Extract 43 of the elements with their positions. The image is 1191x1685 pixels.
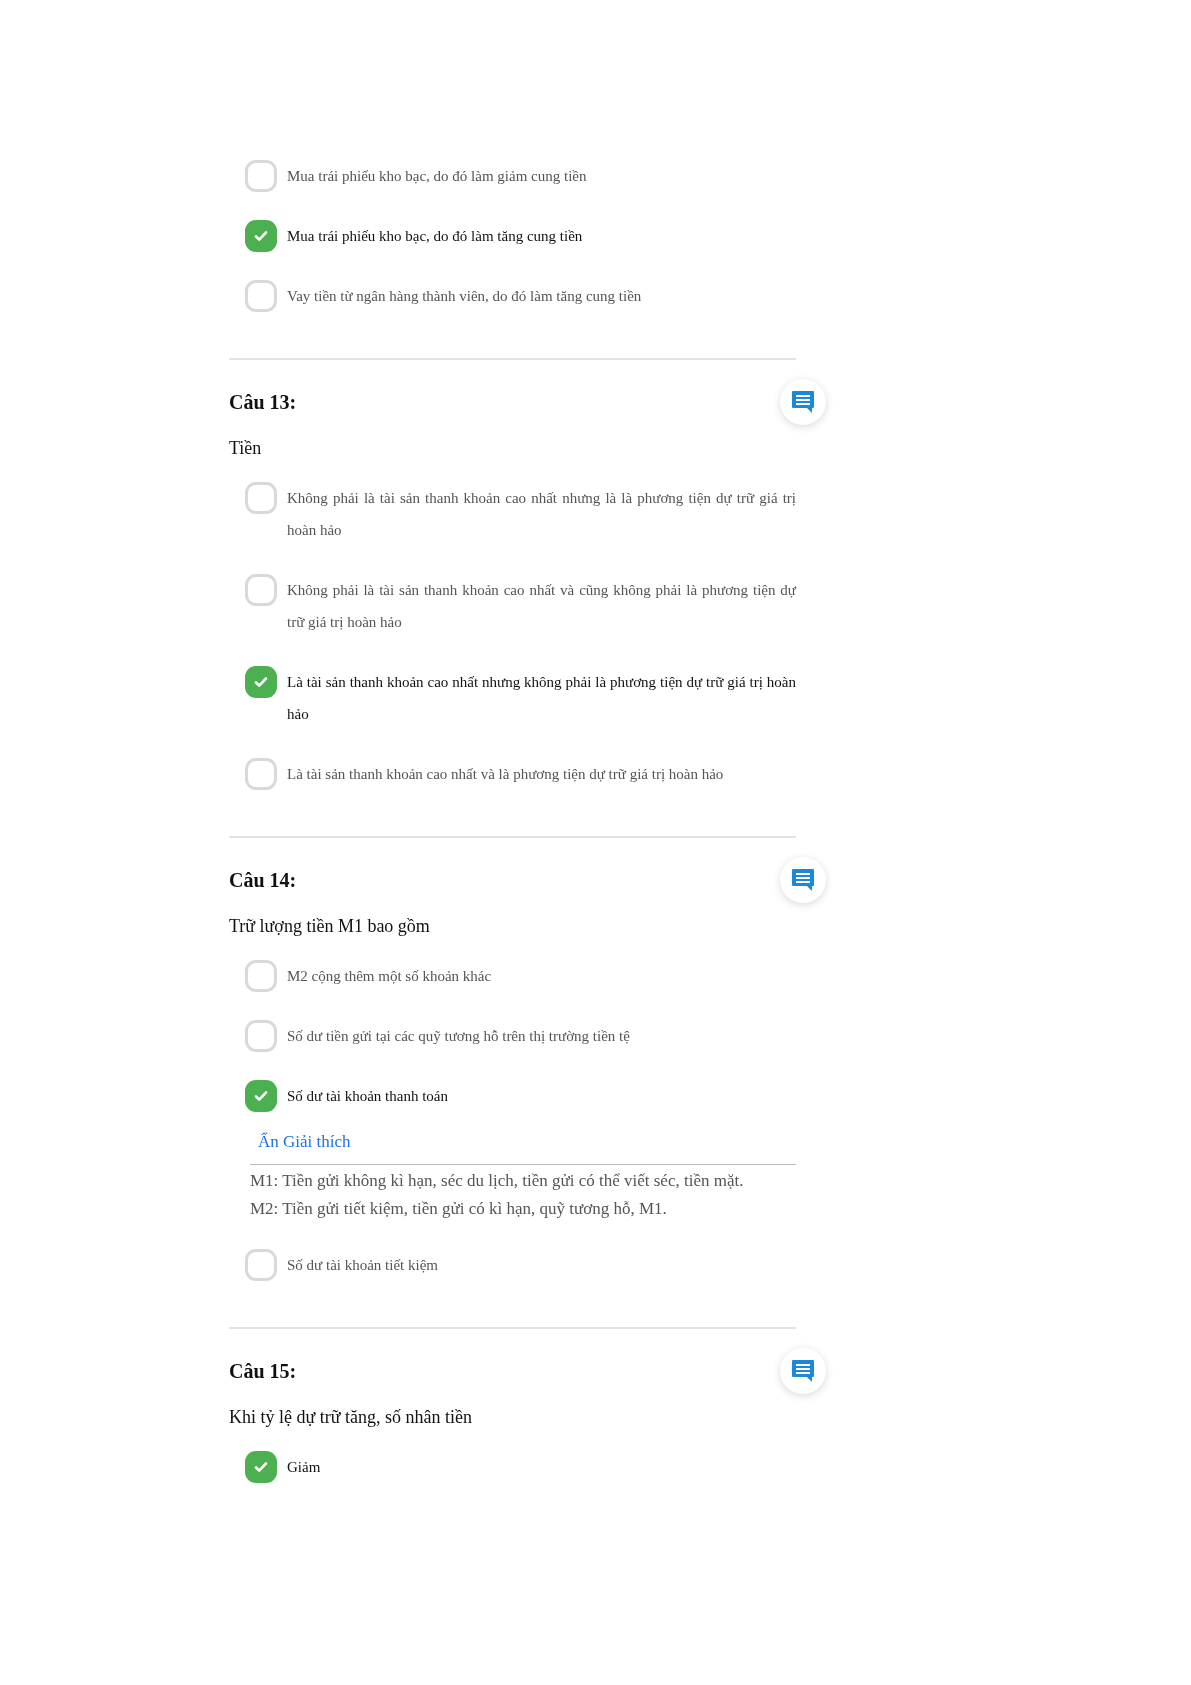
question-text: Tiền [229, 437, 263, 460]
answer-text: Số dư tài khoản thanh toán [287, 1087, 449, 1106]
question-heading: Câu 15: [229, 1359, 298, 1384]
answer-checkbox[interactable] [245, 482, 277, 514]
comment-button[interactable] [780, 1348, 826, 1394]
comment-icon [790, 389, 816, 415]
answer-checkbox[interactable] [245, 758, 277, 790]
question-text: Trữ lượng tiền M1 bao gồm [229, 915, 431, 938]
check-icon [254, 1461, 268, 1473]
answer-text: Số dư tiền gửi tại các quỹ tương hỗ trên thị trường tiền tệ [287, 1027, 630, 1046]
question-text: Khi tỷ lệ dự trữ tăng, số nhân tiền [229, 1406, 473, 1429]
answer-checkbox[interactable] [245, 1249, 277, 1281]
answer-text: Không phải là tài sản thanh khoản cao nhất nhưng là là phương tiện dự trữ giá trị hoàn hảo [287, 489, 796, 540]
answer-checkbox[interactable] [245, 220, 277, 252]
check-icon [254, 676, 268, 688]
comment-icon [790, 867, 816, 893]
answer-checkbox[interactable] [245, 1020, 277, 1052]
comment-button[interactable] [780, 379, 826, 425]
hide-explanation-link[interactable]: Ẩn Giải thích [258, 1128, 351, 1156]
answer-text: Giảm [287, 1458, 321, 1477]
answer-checkbox[interactable] [245, 160, 277, 192]
answer-checkbox[interactable] [245, 574, 277, 606]
comment-icon [790, 1358, 816, 1384]
answer-text: Số dư tài khoản tiết kiệm [287, 1256, 439, 1275]
answer-checkbox[interactable] [245, 280, 277, 312]
answer-text: M2 cộng thêm một số khoản khác [287, 967, 492, 986]
answer-text: Không phải là tài sản thanh khoản cao nhất và cũng không phải là phương tiện dự trữ giá trị hoàn hảo [287, 581, 796, 632]
answer-checkbox[interactable] [245, 666, 277, 698]
answer-text: Mua trái phiếu kho bạc, do đó làm giảm cung tiền [287, 167, 587, 186]
check-icon [254, 1090, 268, 1102]
check-icon [254, 230, 268, 242]
comment-button[interactable] [780, 857, 826, 903]
answer-checkbox[interactable] [245, 960, 277, 992]
answer-text: Là tài sản thanh khoản cao nhất nhưng không phải là phương tiện dự trữ giá trị hoàn hảo [287, 673, 796, 724]
answer-checkbox[interactable] [245, 1080, 277, 1112]
answer-text: Mua trái phiếu kho bạc, do đó làm tăng cung tiền [287, 227, 583, 246]
question-heading: Câu 14: [229, 868, 298, 893]
explanation-text: M2: Tiền gửi tiết kiệm, tiền gửi có kì hạn, quỹ tương hỗ, M1. [250, 1198, 668, 1220]
answer-text: Là tài sản thanh khoản cao nhất và là phương tiện dự trữ giá trị hoàn hảo [287, 765, 724, 784]
explanation-text: M1: Tiền gửi không kì hạn, séc du lịch, tiền gửi có thể viết séc, tiền mặt. [250, 1170, 745, 1192]
answer-text: Vay tiền từ ngân hàng thành viên, do đó làm tăng cung tiền [287, 287, 642, 306]
answer-checkbox[interactable] [245, 1451, 277, 1483]
question-heading: Câu 13: [229, 390, 298, 415]
